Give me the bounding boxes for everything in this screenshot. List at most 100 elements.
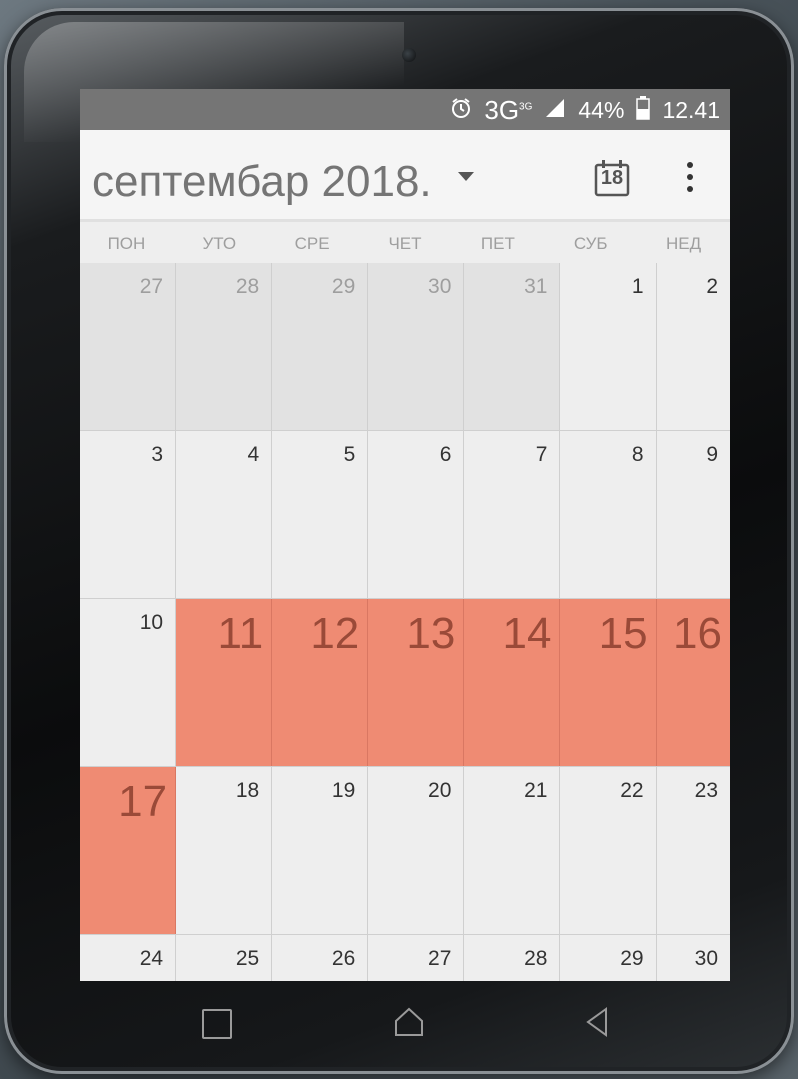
day-number: 2 [706,275,718,298]
day-cell[interactable]: 23 [656,767,730,934]
day-cell[interactable]: 26 [272,935,369,981]
day-number: 25 [235,947,260,970]
clock: 12.41 [662,97,720,123]
weekday-label: СУБ [573,234,608,253]
day-number: 26 [331,947,356,970]
day-cell[interactable]: 1 [560,263,657,430]
day-number: 27 [428,947,452,970]
day-number: 30 [428,275,452,298]
day-number: 10 [139,611,164,634]
day-cell[interactable]: 29 [272,263,369,430]
day-cell[interactable]: 3 [80,431,177,598]
day-number: 3 [151,443,164,466]
app-bar: септембар 2018. 18 [80,130,730,222]
day-cell[interactable]: 15 [560,599,657,766]
day-number: 24 [139,947,164,970]
day-number: 17 [118,777,168,826]
day-number: 9 [706,443,718,466]
day-number: 5 [343,443,356,466]
weekday-label: ЧЕТ [388,234,422,253]
day-cell[interactable]: 9 [656,431,730,598]
more-vert-icon[interactable] [682,162,698,196]
recent-apps-icon[interactable] [202,1009,232,1039]
day-cell[interactable]: 30 [656,935,730,981]
month-title[interactable]: септембар 2018. [92,157,432,207]
day-cell[interactable]: 10 [80,599,177,766]
day-number: 19 [331,779,356,802]
day-number: 28 [235,275,260,298]
day-number: 8 [631,443,644,466]
day-cell[interactable]: 7 [464,431,561,598]
week-row: 10 11 12 13 14 15 16 [80,599,730,767]
day-cell[interactable]: 14 [464,599,561,766]
day-cell[interactable]: 28 [464,935,561,981]
day-cell[interactable]: 24 [80,935,177,981]
day-number: 15 [598,609,648,658]
day-number: 12 [310,609,360,658]
day-number: 11 [217,609,264,658]
back-icon[interactable] [582,1005,612,1039]
day-cell[interactable]: 30 [368,263,465,430]
day-cell[interactable]: 13 [368,599,465,766]
day-cell[interactable]: 8 [560,431,657,598]
day-number: 31 [524,275,548,298]
day-cell[interactable]: 27 [368,935,465,981]
day-cell[interactable]: 5 [272,431,369,598]
dropdown-arrow-icon[interactable] [458,172,474,181]
week-row: 27 28 29 30 31 1 2 [80,263,730,431]
weekday-label: ПОН [107,234,146,253]
today-date: 18 [600,167,624,189]
day-cell[interactable]: 4 [176,431,273,598]
day-cell[interactable]: 20 [368,767,465,934]
network-subtype: 3G [519,101,533,113]
day-cell[interactable]: 21 [464,767,561,934]
battery-icon [636,95,651,126]
screen: 3G3G 44% 12.41 септембар 2018. 18 ПОН УТО… [80,89,730,981]
week-row: 24 25 26 27 28 29 30 [80,935,730,981]
day-number: 23 [694,779,718,802]
weekday-label: СРЕ [294,234,330,253]
camera-icon [402,48,416,62]
day-cell[interactable]: 18 [176,767,273,934]
day-number: 30 [694,947,718,970]
day-cell[interactable]: 12 [272,599,369,766]
network-type: 3G3G [484,95,533,125]
day-number: 4 [247,443,260,466]
day-number: 22 [620,779,644,802]
day-cell[interactable]: 27 [80,263,177,430]
day-cell[interactable]: 25 [176,935,273,981]
day-number: 21 [524,779,548,802]
day-number: 6 [439,443,452,466]
day-cell[interactable]: 6 [368,431,465,598]
weekday-label: ПЕТ [480,234,515,253]
day-number: 28 [524,947,548,970]
day-cell[interactable]: 16 [656,599,730,766]
day-number: 1 [631,275,644,298]
weekday-header: ПОН УТО СРЕ ЧЕТ ПЕТ СУБ НЕД [80,234,730,260]
battery-percent: 44% [578,97,625,123]
day-cell[interactable]: 31 [464,263,561,430]
home-icon[interactable] [392,1005,426,1039]
day-number: 16 [673,609,722,658]
day-number: 20 [428,779,452,802]
day-number: 29 [331,275,356,298]
day-cell[interactable]: 11 [176,599,273,766]
day-cell[interactable]: 2 [656,263,730,430]
day-number: 29 [620,947,644,970]
day-cell[interactable]: 28 [176,263,273,430]
day-number: 7 [535,443,548,466]
day-cell[interactable]: 29 [560,935,657,981]
day-number: 27 [139,275,164,298]
day-number: 14 [502,609,552,658]
today-button[interactable]: 18 [593,159,631,197]
weekday-label: НЕД [666,234,702,253]
week-row: 3 4 5 6 7 8 9 [80,431,730,599]
weekday-label: УТО [202,234,237,253]
day-cell[interactable]: 22 [560,767,657,934]
status-bar: 3G3G 44% 12.41 [80,89,730,130]
month-grid: 27 28 29 30 31 1 2 3 4 5 6 7 8 9 10 11 12 13 14 15 16 17 18 19 2… [80,263,730,981]
day-cell[interactable]: 19 [272,767,369,934]
day-cell[interactable]: 17 [80,767,177,934]
signal-icon [544,97,566,125]
day-number: 13 [406,609,456,658]
